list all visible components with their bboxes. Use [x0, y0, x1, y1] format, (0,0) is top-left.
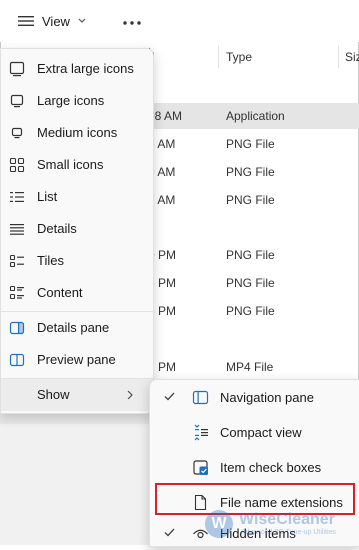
- row-type: PNG File: [226, 248, 275, 262]
- more-icon: [123, 12, 141, 30]
- small-icons-icon: [9, 157, 25, 173]
- menu-item-label: Preview pane: [37, 352, 116, 367]
- menu-item-small-icons[interactable]: Small icons: [1, 149, 153, 181]
- view-button-label: View: [42, 13, 70, 29]
- submenu-item-item-check-boxes[interactable]: Item check boxes: [150, 450, 359, 484]
- view-button[interactable]: View: [18, 9, 86, 33]
- column-header-size[interactable]: Siz: [345, 50, 359, 64]
- details-icon: [9, 221, 25, 237]
- preview-pane-icon: [9, 352, 25, 368]
- details-pane-icon: [9, 320, 25, 336]
- submenu-item-compact-view[interactable]: Compact view: [150, 415, 359, 449]
- menu-item-label: Small icons: [37, 157, 104, 172]
- submenu-item-label: Hidden items: [220, 526, 296, 541]
- checkmark-icon: [164, 390, 175, 404]
- menu-item-label: Details: [37, 221, 77, 236]
- eye-icon: [192, 525, 209, 542]
- row-type: Application: [226, 109, 285, 123]
- menu-item-tiles[interactable]: Tiles: [1, 245, 153, 277]
- submenu-item-label: Compact view: [220, 425, 302, 440]
- view-icon: [18, 15, 34, 27]
- menu-item-list[interactable]: List: [1, 181, 153, 213]
- show-submenu: Navigation pane Compact view Item check …: [149, 379, 359, 547]
- extra-large-icons-icon: [9, 61, 25, 77]
- column-divider[interactable]: [338, 46, 339, 68]
- menu-item-details[interactable]: Details: [1, 213, 153, 245]
- chevron-right-icon: [127, 388, 133, 403]
- row-type: MP4 File: [226, 360, 274, 374]
- view-menu: Extra large icons Large icons Medium ico…: [0, 48, 154, 414]
- row-type: PNG File: [226, 304, 275, 318]
- menu-item-label: Details pane: [37, 320, 110, 335]
- checkmark-icon: [164, 526, 175, 540]
- menu-item-label: Content: [37, 285, 83, 300]
- submenu-item-navigation-pane[interactable]: Navigation pane: [150, 380, 359, 414]
- row-type: PNG File: [226, 165, 275, 179]
- navigation-pane-icon: [192, 389, 209, 406]
- submenu-item-label: Navigation pane: [220, 390, 314, 405]
- check-box-icon: [192, 459, 209, 476]
- menu-item-preview-pane[interactable]: Preview pane: [1, 344, 153, 376]
- menu-item-label: List: [37, 189, 58, 204]
- chevron-down-icon: [78, 18, 86, 24]
- menu-item-large-icons[interactable]: Large icons: [1, 85, 153, 117]
- tiles-icon: [9, 253, 25, 269]
- content-icon: [9, 285, 25, 301]
- more-options-button[interactable]: [118, 9, 146, 33]
- toolbar: View: [0, 0, 359, 42]
- menu-item-label: Tiles: [37, 253, 64, 268]
- menu-item-details-pane[interactable]: Details pane: [1, 312, 153, 344]
- row-type: PNG File: [226, 137, 275, 151]
- column-header-type[interactable]: Type: [226, 50, 252, 64]
- menu-item-label: Large icons: [37, 93, 105, 108]
- menu-item-show[interactable]: Show: [1, 379, 153, 411]
- large-icons-icon: [9, 93, 25, 109]
- row-type: PNG File: [226, 276, 275, 290]
- menu-item-content[interactable]: Content: [1, 277, 153, 309]
- menu-item-label: Medium icons: [37, 125, 118, 140]
- menu-item-label: Extra large icons: [37, 61, 134, 76]
- row-type: PNG File: [226, 193, 275, 207]
- column-divider[interactable]: [218, 46, 219, 68]
- medium-icons-icon: [9, 125, 25, 141]
- highlight-box: [155, 483, 355, 515]
- menu-item-medium-icons[interactable]: Medium icons: [1, 117, 153, 149]
- menu-item-label: Show: [37, 387, 70, 402]
- list-icon: [9, 189, 25, 205]
- submenu-item-label: Item check boxes: [220, 460, 322, 475]
- compact-view-icon: [192, 424, 209, 441]
- menu-item-extra-large-icons[interactable]: Extra large icons: [1, 53, 153, 85]
